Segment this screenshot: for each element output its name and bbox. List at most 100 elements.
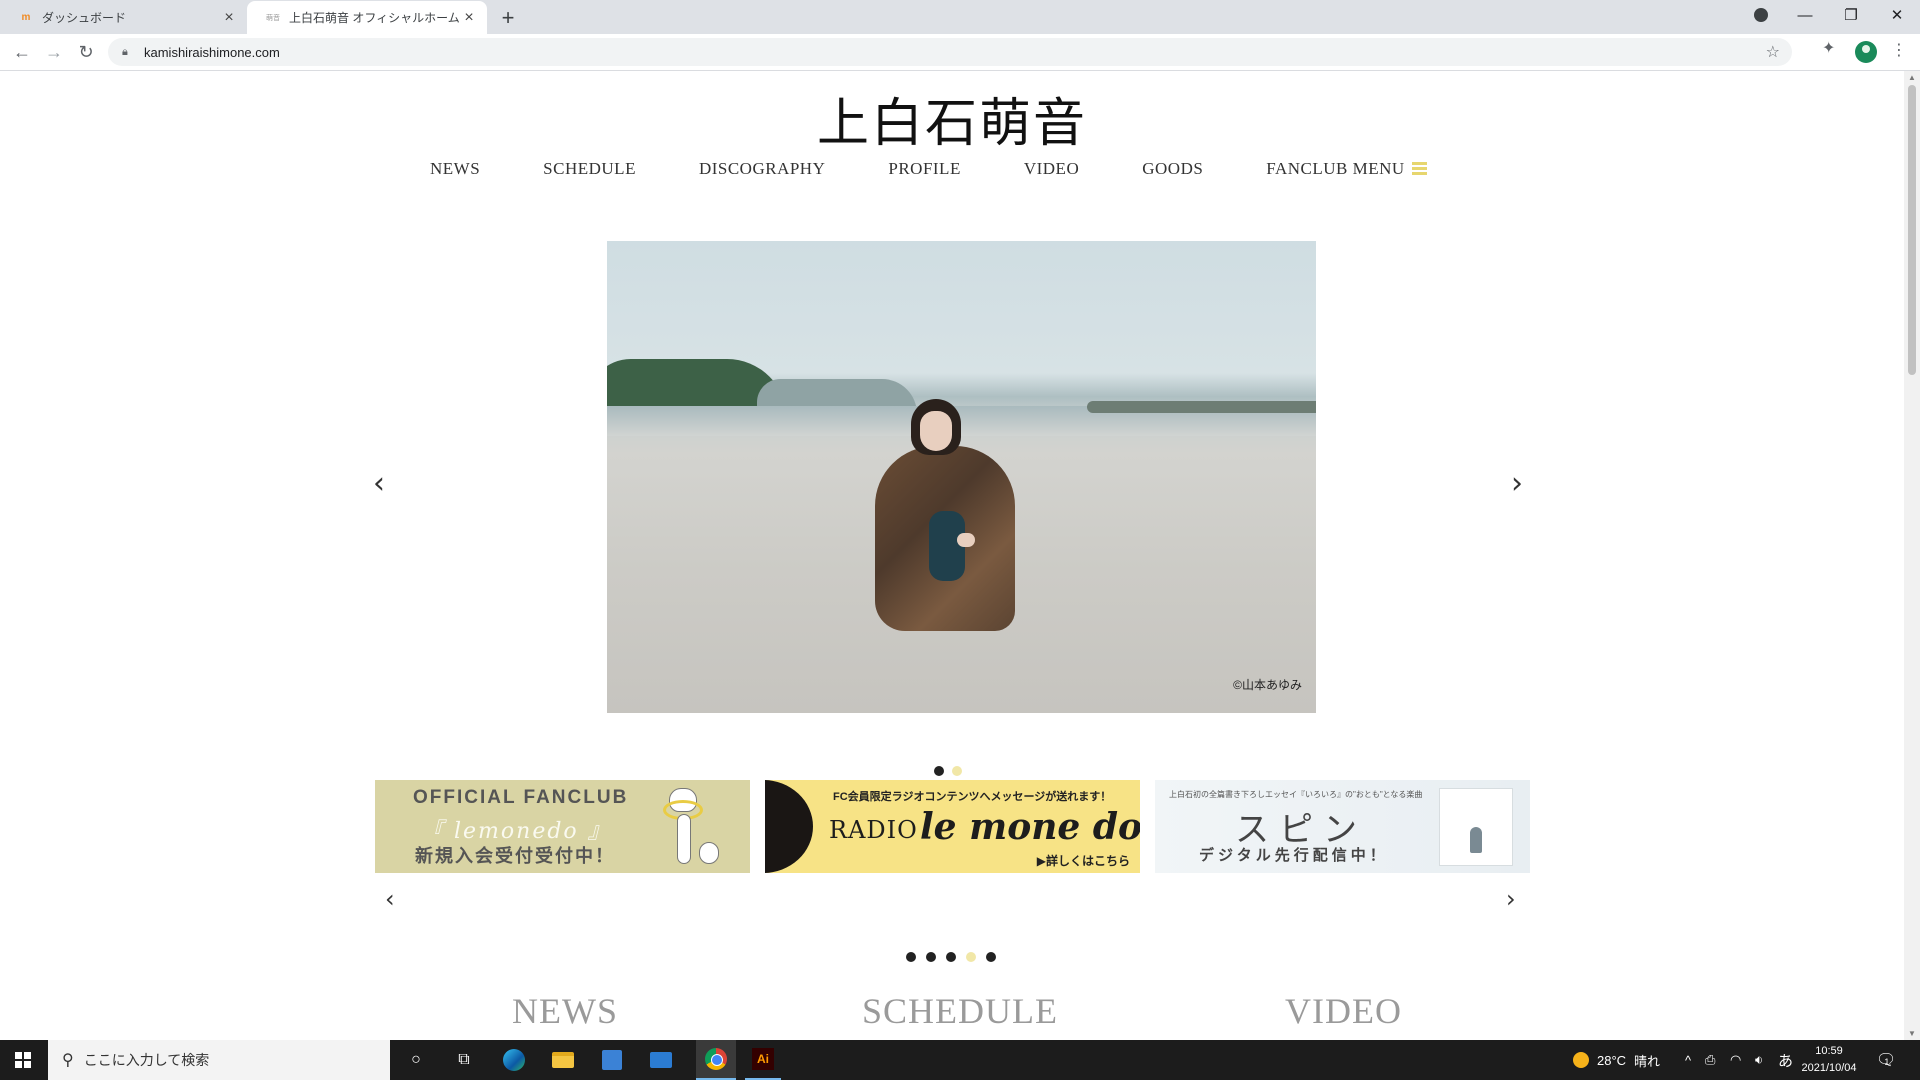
close-tab-icon[interactable]: ×: [459, 8, 479, 28]
wordpress-dashboard-icon: m: [21, 12, 31, 23]
search-placeholder: ここに入力して検索: [83, 1052, 210, 1068]
clock[interactable]: 10:59 2021/10/04: [1800, 1043, 1858, 1077]
tab-dashboard[interactable]: m ダッシュボード ×: [0, 1, 247, 34]
weather-widget[interactable]: 28°C 晴れ: [1573, 1040, 1660, 1080]
file-explorer-icon[interactable]: [549, 1046, 577, 1074]
section-news-heading[interactable]: NEWS: [512, 990, 618, 1032]
fanclub-subtitle: 新規入会受付受付中！: [415, 846, 615, 866]
restore-button[interactable]: ❐: [1828, 0, 1874, 30]
device-icon[interactable]: ⎙: [1705, 1040, 1715, 1080]
banner-dot-5[interactable]: [986, 952, 996, 962]
close-tab-icon[interactable]: ×: [219, 8, 239, 28]
section-video-heading[interactable]: VIDEO: [1285, 990, 1402, 1032]
photo-person-face: [920, 411, 952, 451]
banner-prev-arrow-icon[interactable]: ‹: [385, 887, 395, 911]
section-schedule-heading[interactable]: SCHEDULE: [862, 990, 1058, 1032]
site-logo[interactable]: 上白石萌音: [0, 81, 1904, 156]
weather-condition: 晴れ: [1634, 1053, 1661, 1069]
fanclub-title: OFFICIAL FANCLUB: [413, 787, 629, 808]
tab-official-site[interactable]: 萌音 上白石萌音 オフィシャルホームページ ×: [247, 1, 487, 34]
hero-dot-2[interactable]: [952, 766, 962, 776]
nav-fanclub-menu[interactable]: FANCLUB MENU: [1266, 159, 1427, 179]
hero-pagination: [934, 766, 962, 776]
photo-credit: ©山本あゆみ: [1233, 678, 1302, 692]
illustrator-icon[interactable]: Ai: [745, 1040, 781, 1080]
fanclub-name: 『 lemonedo 』: [421, 819, 612, 844]
address-bar[interactable]: 🔒︎ kamishiraishimone.com ☆: [108, 38, 1792, 66]
hero-prev-arrow-icon[interactable]: ‹: [373, 469, 385, 499]
site-icon: 萌音: [266, 14, 280, 22]
hero-next-arrow-icon[interactable]: ›: [1511, 469, 1523, 499]
banner-radio[interactable]: FC会員限定ラジオコンテンツへメッセージが送れます！ RADIO le mone…: [765, 780, 1140, 873]
page-scrollbar[interactable]: ▲ ▼: [1904, 71, 1920, 1040]
hero-dot-1[interactable]: [934, 766, 944, 776]
scroll-up-icon[interactable]: ▲: [1908, 73, 1916, 82]
ime-indicator[interactable]: あ: [1778, 1040, 1793, 1080]
nav-discography[interactable]: DISCOGRAPHY: [699, 159, 825, 179]
spin-subtitle: デジタル先行配信中！: [1199, 847, 1389, 864]
url-text: kamishiraishimone.com: [144, 44, 280, 60]
nav-profile[interactable]: PROFILE: [888, 159, 960, 179]
bookmark-star-icon[interactable]: ☆: [1766, 42, 1780, 62]
banner-dot-2[interactable]: [926, 952, 936, 962]
nav-video[interactable]: VIDEO: [1024, 159, 1079, 179]
sun-icon: [1573, 1052, 1589, 1068]
volume-icon[interactable]: 🔉︎: [1755, 1040, 1763, 1080]
browser-toolbar: ← → ↻ 🔒︎ kamishiraishimone.com ☆: [0, 34, 1920, 71]
task-view-icon[interactable]: ⧉: [450, 1046, 478, 1074]
notification-count: 1: [1884, 1057, 1890, 1067]
chrome-icon[interactable]: [696, 1040, 736, 1080]
photo-shoreline: [1087, 401, 1316, 413]
tab-title: ダッシュボード: [42, 11, 127, 25]
hero-slide-image[interactable]: ©山本あゆみ: [607, 241, 1316, 713]
nav-schedule[interactable]: SCHEDULE: [543, 159, 636, 179]
taskbar-search-box[interactable]: ⚲ ここに入力して検索: [48, 1040, 390, 1080]
nav-goods[interactable]: GOODS: [1142, 159, 1203, 179]
browser-menu-icon[interactable]: ⋮: [1891, 40, 1907, 60]
store-icon[interactable]: [598, 1046, 626, 1074]
close-window-button[interactable]: ✕: [1874, 0, 1920, 30]
radio-label: RADIO: [829, 816, 918, 844]
taskbar: ⚲ ここに入力して検索 ○ ⧉ Ai 28°C 晴れ ^ ⎙ ◠ 🔉︎ あ 10…: [0, 1040, 1920, 1080]
spin-headline: 上白石初の全篇書き下ろしエッセイ『いろいろ』の"おとも"となる楽曲: [1169, 790, 1423, 799]
search-icon: ⚲: [62, 1052, 74, 1069]
minimize-button[interactable]: —: [1782, 0, 1828, 30]
banner-spin[interactable]: 上白石初の全篇書き下ろしエッセイ『いろいろ』の"おとも"となる楽曲 スピン デジ…: [1155, 780, 1530, 873]
banner-dot-1[interactable]: [906, 952, 916, 962]
extensions-icon[interactable]: ✦: [1822, 38, 1835, 58]
tab-title: 上白石萌音 オフィシャルホームページ: [289, 11, 459, 25]
windows-logo-icon: [15, 1052, 31, 1068]
banner-pagination: [906, 952, 996, 962]
tray-chevron-icon[interactable]: ^: [1685, 1040, 1691, 1080]
tab-strip: m ダッシュボード × 萌音 上白石萌音 オフィシャルホームページ × + — …: [0, 0, 1920, 34]
hamburger-menu-icon[interactable]: [1411, 162, 1427, 175]
cortana-icon[interactable]: ○: [402, 1046, 430, 1074]
radio-logo: le mone do: [920, 806, 1140, 848]
banner-dot-4[interactable]: [966, 952, 976, 962]
edge-icon[interactable]: [500, 1046, 528, 1074]
nav-news[interactable]: NEWS: [430, 159, 480, 179]
scroll-down-icon[interactable]: ▼: [1908, 1029, 1916, 1038]
lock-icon[interactable]: 🔒︎: [122, 46, 136, 59]
radio-more-link[interactable]: ▶詳しくはこちら: [1037, 852, 1130, 869]
new-tab-button[interactable]: +: [494, 4, 522, 32]
banner-fanclub[interactable]: OFFICIAL FANCLUB 『 lemonedo 』 新規入会受付受付中！: [375, 780, 750, 873]
forward-button[interactable]: →: [40, 38, 68, 66]
banner-next-arrow-icon[interactable]: ›: [1506, 887, 1516, 911]
start-button[interactable]: [0, 1040, 46, 1080]
wifi-icon[interactable]: ◠: [1730, 1040, 1741, 1080]
profile-avatar[interactable]: [1855, 41, 1877, 63]
radio-headline: FC会員限定ラジオコンテンツへメッセージが送れます！: [833, 791, 1112, 803]
clock-date: 2021/10/04: [1801, 1062, 1857, 1074]
tab-search-icon[interactable]: [1738, 0, 1784, 30]
scrollbar-thumb[interactable]: [1908, 85, 1916, 375]
main-nav: NEWS SCHEDULE DISCOGRAPHY PROFILE VIDEO …: [430, 159, 1490, 179]
notification-icon[interactable]: 🗨︎ 1: [1876, 1040, 1896, 1080]
back-button[interactable]: ←: [8, 38, 36, 66]
mail-icon[interactable]: [647, 1046, 675, 1074]
temperature: 28°C: [1597, 1052, 1627, 1068]
banner-dot-3[interactable]: [946, 952, 956, 962]
reload-button[interactable]: ↻: [72, 38, 100, 66]
clock-time: 10:59: [1815, 1045, 1843, 1057]
nav-fanclub-label: FANCLUB MENU: [1266, 159, 1405, 178]
